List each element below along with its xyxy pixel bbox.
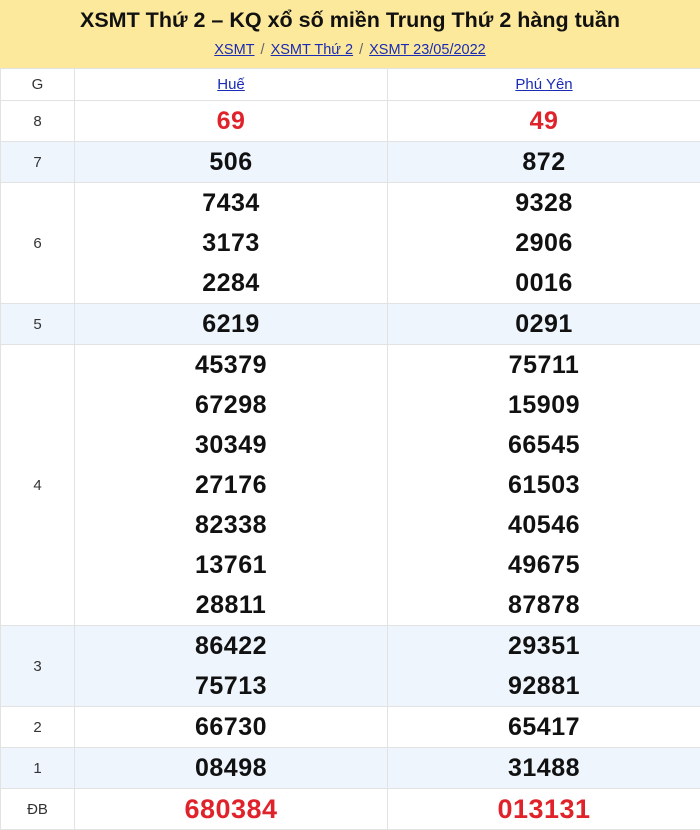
result-cell-phu-yen: 2935192881 [388, 626, 700, 707]
result-number: 013131 [388, 789, 700, 829]
prize-label: 5 [1, 304, 75, 345]
province-header-phu-yen: Phú Yên [388, 69, 700, 101]
page-header: XSMT Thứ 2 – KQ xổ số miền Trung Thứ 2 h… [0, 0, 700, 68]
result-cell-hue: 680384 [75, 789, 388, 830]
result-number: 29351 [388, 626, 700, 666]
result-number: 08498 [75, 748, 387, 788]
result-number: 66730 [75, 707, 387, 747]
result-number: 66545 [388, 425, 700, 465]
result-cell-phu-yen: 0291 [388, 304, 700, 345]
result-cell-hue: 6219 [75, 304, 388, 345]
results-body: 8694975068726743431732284932829060016562… [1, 101, 700, 830]
province-link-hue[interactable]: Huế [217, 76, 245, 93]
prize-label: 2 [1, 707, 75, 748]
result-number: 49 [388, 101, 700, 141]
result-number: 75711 [388, 345, 700, 385]
table-row: ĐB680384013131 [1, 789, 700, 830]
table-row: 10849831488 [1, 748, 700, 789]
result-number: 45379 [75, 345, 387, 385]
prize-label: 4 [1, 345, 75, 626]
table-row: 4453796729830349271768233813761288117571… [1, 345, 700, 626]
result-number: 7434 [75, 183, 387, 223]
result-cell-phu-yen: 65417 [388, 707, 700, 748]
result-number: 2906 [388, 223, 700, 263]
breadcrumb-link-xsmt-thu-2[interactable]: XSMT Thứ 2 [271, 42, 354, 58]
result-cell-hue: 743431732284 [75, 183, 388, 304]
table-row: 386422757132935192881 [1, 626, 700, 707]
result-number: 2284 [75, 263, 387, 303]
result-number: 75713 [75, 666, 387, 706]
result-cell-phu-yen: 31488 [388, 748, 700, 789]
result-number: 86422 [75, 626, 387, 666]
table-row: 86949 [1, 101, 700, 142]
result-number: 65417 [388, 707, 700, 747]
result-cell-phu-yen: 49 [388, 101, 700, 142]
breadcrumb-link-xsmt[interactable]: XSMT [214, 42, 254, 58]
result-number: 67298 [75, 385, 387, 425]
table-row: 26673065417 [1, 707, 700, 748]
result-number: 15909 [388, 385, 700, 425]
breadcrumb-separator: / [353, 42, 369, 58]
result-number: 6219 [75, 304, 387, 344]
result-cell-phu-yen: 75711159096654561503405464967587878 [388, 345, 700, 626]
prize-label: ĐB [1, 789, 75, 830]
result-cell-hue: 08498 [75, 748, 388, 789]
province-link-phu-yen[interactable]: Phú Yên [515, 76, 572, 93]
result-cell-hue: 66730 [75, 707, 388, 748]
table-row: 6743431732284932829060016 [1, 183, 700, 304]
result-number: 92881 [388, 666, 700, 706]
prize-label: 8 [1, 101, 75, 142]
result-number: 3173 [75, 223, 387, 263]
breadcrumb: XSMT/XSMT Thứ 2/XSMT 23/05/2022 [0, 41, 700, 59]
result-number: 31488 [388, 748, 700, 788]
result-number: 0016 [388, 263, 700, 303]
result-cell-hue: 45379672983034927176823381376128811 [75, 345, 388, 626]
result-cell-phu-yen: 932829060016 [388, 183, 700, 304]
result-cell-phu-yen: 013131 [388, 789, 700, 830]
result-number: 506 [75, 142, 387, 182]
result-number: 9328 [388, 183, 700, 223]
result-number: 40546 [388, 505, 700, 545]
prize-label: 7 [1, 142, 75, 183]
result-number: 82338 [75, 505, 387, 545]
result-number: 0291 [388, 304, 700, 344]
result-number: 87878 [388, 585, 700, 625]
province-header-hue: Huế [75, 69, 388, 101]
breadcrumb-separator: / [255, 42, 271, 58]
results-table: G Huế Phú Yên 86949750687267434317322849… [0, 68, 700, 830]
result-number: 69 [75, 101, 387, 141]
result-cell-phu-yen: 872 [388, 142, 700, 183]
breadcrumb-link-date[interactable]: XSMT 23/05/2022 [369, 42, 486, 58]
result-number: 28811 [75, 585, 387, 625]
prize-label: 3 [1, 626, 75, 707]
result-number: 872 [388, 142, 700, 182]
result-number: 30349 [75, 425, 387, 465]
result-number: 27176 [75, 465, 387, 505]
table-row: 7506872 [1, 142, 700, 183]
prize-column-header: G [1, 69, 75, 101]
page-title: XSMT Thứ 2 – KQ xổ số miền Trung Thứ 2 h… [0, 7, 700, 33]
result-number: 61503 [388, 465, 700, 505]
result-number: 49675 [388, 545, 700, 585]
table-header-row: G Huế Phú Yên [1, 69, 700, 101]
table-row: 562190291 [1, 304, 700, 345]
result-cell-hue: 8642275713 [75, 626, 388, 707]
result-number: 680384 [75, 789, 387, 829]
result-number: 13761 [75, 545, 387, 585]
result-cell-hue: 69 [75, 101, 388, 142]
prize-label: 6 [1, 183, 75, 304]
result-cell-hue: 506 [75, 142, 388, 183]
prize-label: 1 [1, 748, 75, 789]
